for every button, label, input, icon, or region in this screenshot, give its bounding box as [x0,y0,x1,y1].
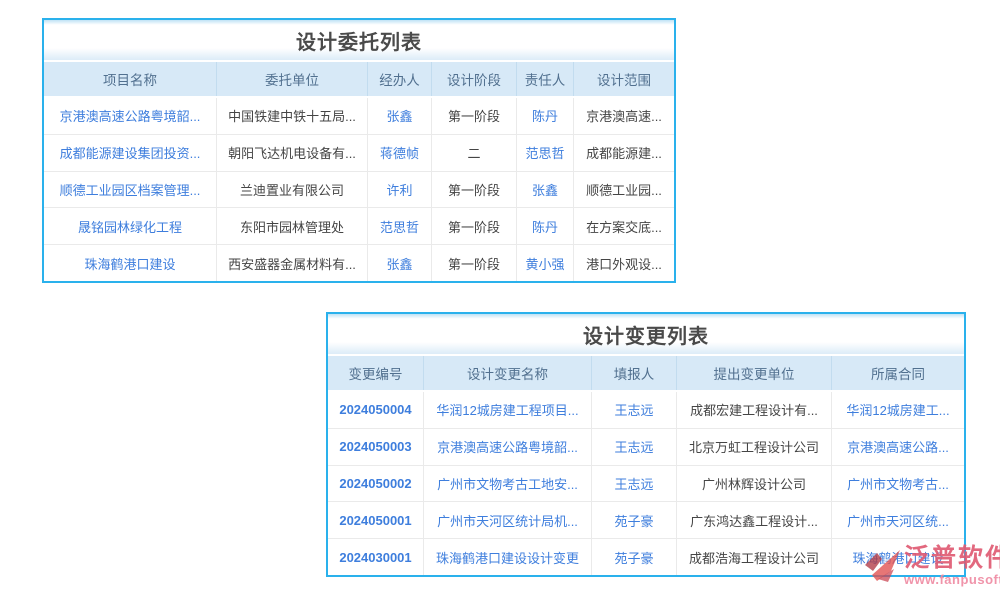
table-row: 2024030001珠海鹤港口建设设计变更苑子豪成都浩海工程设计公司珠海鹤港口建… [328,539,964,575]
cell-text: 广东鸿达鑫工程设计... [677,502,832,538]
table-row: 2024050003京港澳高速公路粤境韶...王志远北京万虹工程设计公司京港澳高… [328,429,964,466]
cell-link[interactable]: 许利 [368,172,432,208]
column-header: 设计阶段 [432,62,517,96]
cell-text: 成都能源建... [574,135,674,171]
cell-link[interactable]: 广州市文物考古... [832,466,964,502]
cell-text: 京港澳高速... [574,98,674,134]
cell-text: 顺德工业园... [574,172,674,208]
column-header: 委托单位 [217,62,368,96]
cell-link[interactable]: 2024050002 [328,466,424,502]
table-header-row: 项目名称委托单位经办人设计阶段责任人设计范围 [44,60,674,98]
cell-link[interactable]: 京港澳高速公路... [832,429,964,465]
cell-text: 成都浩海工程设计公司 [677,539,832,575]
cell-text: 兰迪置业有限公司 [217,172,368,208]
cell-link[interactable]: 张鑫 [368,245,432,281]
column-header: 填报人 [592,356,677,390]
column-header: 提出变更单位 [677,356,832,390]
cell-text: 中国铁建中铁十五局... [217,98,368,134]
table-row: 2024050001广州市天河区统计局机...苑子豪广东鸿达鑫工程设计...广州… [328,502,964,539]
table-row: 顺德工业园区档案管理...兰迪置业有限公司许利第一阶段张鑫顺德工业园... [44,172,674,209]
cell-link[interactable]: 王志远 [592,429,677,465]
cell-text: 在方案交底... [574,208,674,244]
cell-link[interactable]: 蒋德帧 [368,135,432,171]
cell-link[interactable]: 京港澳高速公路粤境韶... [424,429,592,465]
table-header-row: 变更编号设计变更名称填报人提出变更单位所属合同 [328,354,964,392]
cell-link[interactable]: 顺德工业园区档案管理... [44,172,217,208]
column-header: 变更编号 [328,356,424,390]
cell-link[interactable]: 范思哲 [517,135,574,171]
cell-link[interactable]: 张鑫 [517,172,574,208]
cell-link[interactable]: 苑子豪 [592,502,677,538]
cell-link[interactable]: 苑子豪 [592,539,677,575]
cell-link[interactable]: 广州市文物考古工地安... [424,466,592,502]
cell-link[interactable]: 成都能源建设集团投资... [44,135,217,171]
cell-link[interactable]: 陈丹 [517,208,574,244]
table-row: 2024050002广州市文物考古工地安...王志远广州林辉设计公司广州市文物考… [328,466,964,503]
design-commission-table: 设计委托列表 项目名称委托单位经办人设计阶段责任人设计范围 京港澳高速公路粤境韶… [42,18,676,283]
cell-link[interactable]: 2024050003 [328,429,424,465]
cell-text: 广州林辉设计公司 [677,466,832,502]
table-row: 晟铭园林绿化工程东阳市园林管理处范思哲第一阶段陈丹在方案交底... [44,208,674,245]
table-body: 2024050004华润12城房建工程项目...王志远成都宏建工程设计有...华… [328,392,964,575]
column-header: 所属合同 [832,356,964,390]
cell-link[interactable]: 华润12城房建工程项目... [424,392,592,428]
cell-text: 北京万虹工程设计公司 [677,429,832,465]
cell-link[interactable]: 陈丹 [517,98,574,134]
table-row: 珠海鹤港口建设西安盛器金属材料有...张鑫第一阶段黄小强港口外观设... [44,245,674,281]
column-header: 责任人 [517,62,574,96]
cell-text: 港口外观设... [574,245,674,281]
cell-link[interactable]: 华润12城房建工... [832,392,964,428]
cell-link[interactable]: 2024050004 [328,392,424,428]
cell-text: 西安盛器金属材料有... [217,245,368,281]
cell-text: 第一阶段 [432,208,517,244]
table-body: 京港澳高速公路粤境韶...中国铁建中铁十五局...张鑫第一阶段陈丹京港澳高速..… [44,98,674,281]
table-row: 成都能源建设集团投资...朝阳飞达机电设备有...蒋德帧二范思哲成都能源建... [44,135,674,172]
table-title: 设计委托列表 [44,20,674,60]
cell-link[interactable]: 王志远 [592,392,677,428]
column-header: 设计变更名称 [424,356,592,390]
cell-text: 第一阶段 [432,172,517,208]
cell-link[interactable]: 2024030001 [328,539,424,575]
cell-text: 东阳市园林管理处 [217,208,368,244]
cell-link[interactable]: 广州市天河区统计局机... [424,502,592,538]
cell-link[interactable]: 珠海鹤港口建设设计变更 [424,539,592,575]
column-header: 经办人 [368,62,432,96]
cell-link[interactable]: 珠海鹤港口建设 [44,245,217,281]
cell-link[interactable]: 京港澳高速公路粤境韶... [44,98,217,134]
cell-text: 成都宏建工程设计有... [677,392,832,428]
column-header: 项目名称 [44,62,217,96]
cell-text: 二 [432,135,517,171]
cell-link[interactable]: 珠海鹤港口建设 [832,539,964,575]
cell-link[interactable]: 范思哲 [368,208,432,244]
cell-link[interactable]: 广州市天河区统... [832,502,964,538]
design-change-table: 设计变更列表 变更编号设计变更名称填报人提出变更单位所属合同 202405000… [326,312,966,577]
table-row: 京港澳高速公路粤境韶...中国铁建中铁十五局...张鑫第一阶段陈丹京港澳高速..… [44,98,674,135]
cell-text: 第一阶段 [432,98,517,134]
table-row: 2024050004华润12城房建工程项目...王志远成都宏建工程设计有...华… [328,392,964,429]
cell-text: 朝阳飞达机电设备有... [217,135,368,171]
cell-link[interactable]: 王志远 [592,466,677,502]
column-header: 设计范围 [574,62,674,96]
table-title: 设计变更列表 [328,314,964,354]
cell-link[interactable]: 晟铭园林绿化工程 [44,208,217,244]
cell-link[interactable]: 张鑫 [368,98,432,134]
cell-text: 第一阶段 [432,245,517,281]
cell-link[interactable]: 2024050001 [328,502,424,538]
cell-link[interactable]: 黄小强 [517,245,574,281]
